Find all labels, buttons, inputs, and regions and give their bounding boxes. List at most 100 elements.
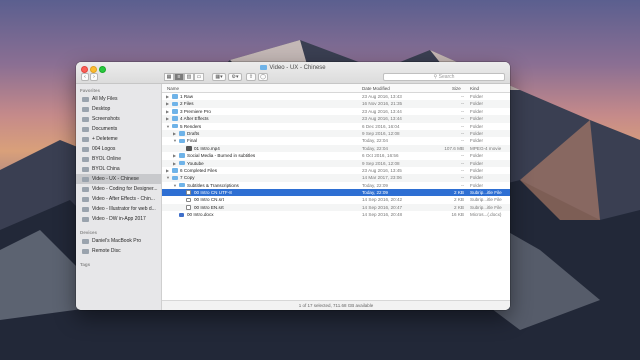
disclosure-closed-icon[interactable]: ▶ xyxy=(173,131,176,136)
file-row[interactable]: 01 Intro.mp4 Today, 22:04 107.6 MB MPEG-4 m… xyxy=(162,144,510,153)
favorite-item[interactable]: + Deleteme xyxy=(76,134,161,144)
file-row[interactable]: 00 Intro EN.srt 14 Sep 2016, 20:47 2 KB Sub… xyxy=(162,203,510,212)
disclosure-open-icon[interactable]: ▼ xyxy=(166,175,170,180)
disclosure-closed-icon[interactable]: ▶ xyxy=(166,101,169,106)
disclosure-open-icon[interactable]: ▼ xyxy=(166,124,170,129)
file-date: 23 Aug 2016, 13:45 xyxy=(362,167,402,173)
favorite-item[interactable]: Desktop xyxy=(76,104,161,114)
favorite-item[interactable]: BYOL China xyxy=(76,164,161,174)
disclosure-closed-icon[interactable]: ▶ xyxy=(166,94,169,99)
file-kind: Folder xyxy=(470,94,484,99)
favorite-item[interactable]: Video - Illustrator for web d... xyxy=(76,204,161,214)
disclosure-closed-icon[interactable]: ▶ xyxy=(173,153,176,158)
file-size: -- xyxy=(460,182,464,188)
favorite-item[interactable]: Video - After Effects - Chin... xyxy=(76,194,161,204)
favorite-item[interactable]: Video - Coding for Designer... xyxy=(76,184,161,194)
folder-icon xyxy=(82,106,89,112)
file-size: 16 KB xyxy=(451,212,464,218)
column-size[interactable]: Size xyxy=(452,86,461,91)
file-date: 14 Mar 2017, 23:06 xyxy=(362,175,402,181)
folder-icon xyxy=(179,131,185,136)
action-gear-button[interactable]: ⚙▾ xyxy=(228,73,242,81)
file-date: 23 Aug 2016, 13:43 xyxy=(362,94,402,99)
disclosure-open-icon[interactable]: ▼ xyxy=(173,138,177,143)
file-row[interactable]: 00 Intro.docx 14 Sep 2016, 20:48 16 KB Micr… xyxy=(162,211,510,218)
column-view-icon[interactable]: ▥ xyxy=(184,73,194,81)
file-size: -- xyxy=(460,175,464,181)
file-size: -- xyxy=(460,138,464,144)
folder-icon xyxy=(172,101,178,107)
folder-icon xyxy=(82,146,89,152)
favorite-item[interactable]: Video - DW in-App 2017 xyxy=(76,214,161,224)
tag-icon[interactable]: ◯ xyxy=(258,73,268,81)
file-row[interactable]: ▶ 3 Premiere Pro 23 Aug 2016, 13:44 -- Folde… xyxy=(162,108,510,115)
folder-icon xyxy=(82,196,89,202)
file-kind: Folder xyxy=(470,160,484,166)
favorite-item-label: BYOL China xyxy=(92,166,120,172)
file-row[interactable]: ▶ 6 Completed Files 23 Aug 2016, 13:45 -- Fo… xyxy=(162,167,510,174)
column-header: Name Date Modified Size Kind xyxy=(162,84,510,93)
favorite-item-label: Screenshots xyxy=(92,116,120,122)
favorite-item-label: All My Files xyxy=(92,96,118,102)
file-row[interactable]: ▼ 5 Renders 6 Dec 2016, 16:04 -- Folder xyxy=(162,123,510,130)
favorite-item[interactable]: Screenshots xyxy=(76,114,161,124)
file-name: 5 Renders xyxy=(180,123,202,129)
file-row[interactable]: ▶ Drafts 9 Sep 2016, 12:08 -- Folder xyxy=(162,129,510,138)
file-list: Name Date Modified Size Kind ▶ 1 Raw 23 Au… xyxy=(162,84,510,310)
file-row[interactable]: ▼ 7 Copy 14 Mar 2017, 23:06 -- Folder xyxy=(162,174,510,182)
list-view-icon[interactable]: ≡ xyxy=(174,73,184,81)
file-name: 01 Intro.mp4 xyxy=(194,145,220,151)
disclosure-closed-icon[interactable]: ▶ xyxy=(173,161,176,166)
file-kind: Folder xyxy=(470,167,484,173)
file-row[interactable]: ▶ 1 Raw 23 Aug 2016, 13:43 -- Folder xyxy=(162,93,510,100)
file-date: Today, 22:04 xyxy=(362,138,388,144)
folder-icon xyxy=(172,109,178,114)
forward-button[interactable]: › xyxy=(90,73,98,81)
folder-icon xyxy=(82,156,89,162)
file-row[interactable]: ▶ Youtube 9 Sep 2016, 12:08 -- Folder xyxy=(162,159,510,167)
favorites-heading: Favorites xyxy=(80,88,101,93)
share-icon[interactable]: ⇧ xyxy=(246,73,256,81)
file-row[interactable]: ▶ 2 Files 16 Nov 2016, 21:35 -- Folder xyxy=(162,100,510,108)
arrange-button[interactable]: ▦▾ xyxy=(212,73,226,81)
file-row[interactable]: ▶ 4 After Effects 23 Aug 2016, 13:44 -- Fold… xyxy=(162,115,510,123)
favorite-item[interactable]: Video - UX - Chinese xyxy=(76,174,161,184)
file-kind: Folder xyxy=(470,101,484,107)
favorite-item[interactable]: Documents xyxy=(76,124,161,134)
favorite-item-label: + Deleteme xyxy=(92,136,118,142)
file-row[interactable]: ▼ Final Today, 22:04 -- Folder xyxy=(162,137,510,144)
disclosure-closed-icon[interactable]: ▶ xyxy=(166,109,169,114)
drive-icon xyxy=(82,248,89,254)
file-date: 9 Sep 2016, 12:08 xyxy=(362,160,400,166)
favorite-item[interactable]: BYOL Online xyxy=(76,154,161,164)
file-row[interactable]: ▼ Subtitles & Transcriptions Today, 22:09 -… xyxy=(162,182,510,189)
folder-icon xyxy=(82,186,89,192)
file-date: 23 Aug 2016, 13:44 xyxy=(362,116,402,122)
file-name: 00 Intro.docx xyxy=(187,212,214,218)
device-item[interactable]: Remote Disc xyxy=(76,246,161,256)
column-date-modified[interactable]: Date Modified xyxy=(362,86,390,91)
disclosure-closed-icon[interactable]: ▶ xyxy=(166,168,169,173)
search-input[interactable]: ⚲ Search xyxy=(383,73,505,81)
favorite-item[interactable]: All My Files xyxy=(76,94,161,104)
file-name: 1 Raw xyxy=(180,94,194,99)
icon-view-icon[interactable]: ▦ xyxy=(164,73,174,81)
file-date: 14 Sep 2016, 20:48 xyxy=(362,212,403,218)
file-row[interactable]: 00 Intro CN UTF-8 Today, 22:09 2 KB Subrip.… xyxy=(162,189,510,197)
column-name[interactable]: Name xyxy=(167,86,179,91)
movie-icon xyxy=(186,146,192,151)
back-button[interactable]: ‹ xyxy=(81,73,89,81)
file-name: Subtitles & Transcriptions xyxy=(187,182,239,188)
file-row[interactable]: 00 Intro CN.srt 14 Sep 2016, 20:42 2 KB Sub… xyxy=(162,196,510,203)
search-icon: ⚲ xyxy=(433,74,438,80)
favorite-item[interactable]: 004 Logos xyxy=(76,144,161,154)
gallery-view-icon[interactable]: ▭ xyxy=(194,73,204,81)
file-kind: Folder xyxy=(470,182,484,188)
disclosure-open-icon[interactable]: ▼ xyxy=(173,183,177,188)
column-kind[interactable]: Kind xyxy=(470,86,479,91)
device-item[interactable]: Daniel's MacBook Pro xyxy=(76,236,161,246)
disclosure-closed-icon[interactable]: ▶ xyxy=(166,116,169,121)
tags-heading: Tags xyxy=(80,262,91,267)
file-row[interactable]: ▶ Social Media - Burned in subtitles 6 Oct… xyxy=(162,152,510,159)
favorite-item-label: Video - After Effects - Chin... xyxy=(92,196,155,202)
